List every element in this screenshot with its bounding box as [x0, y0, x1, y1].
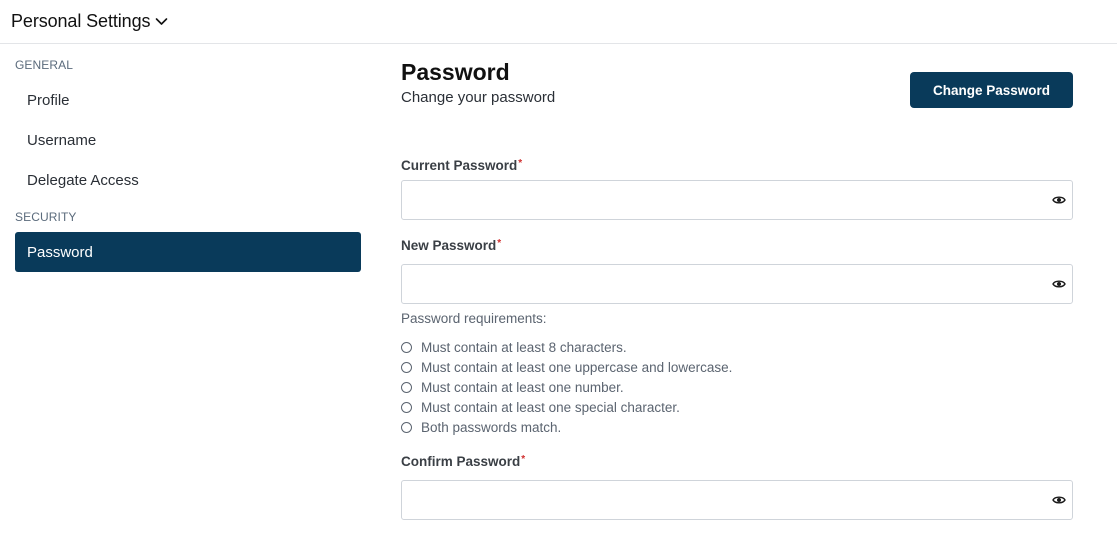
list-item: Both passwords match.: [401, 417, 732, 437]
confirm-password-input[interactable]: [402, 481, 1072, 519]
sidebar-item-label: Username: [27, 131, 97, 149]
chevron-down-icon[interactable]: [155, 15, 168, 28]
required-marker: *: [521, 454, 526, 465]
password-requirements-list: Must contain at least 8 characters. Must…: [401, 337, 732, 437]
sidebar-section-security: SECURITY: [15, 210, 77, 224]
empty-circle-icon: [401, 381, 412, 393]
current-password-input[interactable]: [402, 181, 1072, 219]
requirement-text: Must contain at least one number.: [421, 379, 624, 395]
page-title: Personal Settings: [11, 11, 151, 31]
field-label-text: New Password: [401, 238, 497, 253]
list-item: Must contain at least one number.: [401, 377, 732, 397]
requirement-text: Must contain at least one special charac…: [421, 399, 680, 415]
section-subtitle: Change your password: [401, 89, 556, 106]
top-bar: Personal Settings: [0, 0, 1117, 44]
new-password-field: [401, 264, 1073, 304]
list-item: Must contain at least one special charac…: [401, 397, 732, 417]
required-marker: *: [497, 238, 502, 249]
eye-icon[interactable]: [1052, 493, 1066, 507]
sidebar-item-password[interactable]: Password: [15, 232, 361, 272]
requirement-text: Must contain at least 8 characters.: [421, 339, 627, 355]
section-title: Password: [401, 59, 510, 85]
empty-circle-icon: [401, 421, 412, 433]
confirm-password-label: Confirm Password*: [401, 454, 525, 469]
settings-menu-toggle[interactable]: Personal Settings: [11, 11, 168, 32]
eye-icon[interactable]: [1052, 193, 1066, 207]
current-password-field: [401, 180, 1073, 220]
sidebar-item-profile[interactable]: Profile: [15, 80, 361, 120]
sidebar-item-label: Delegate Access: [27, 171, 139, 189]
password-requirements-title: Password requirements:: [401, 311, 547, 326]
empty-circle-icon: [401, 361, 412, 373]
field-label-text: Current Password: [401, 158, 518, 173]
empty-circle-icon: [401, 341, 412, 353]
sidebar-item-label: Profile: [27, 91, 70, 109]
new-password-label: New Password*: [401, 238, 501, 253]
requirement-text: Must contain at least one uppercase and …: [421, 359, 733, 375]
sidebar-item-label: Password: [27, 243, 93, 261]
current-password-label: Current Password*: [401, 158, 522, 173]
sidebar-item-username[interactable]: Username: [15, 120, 361, 160]
required-marker: *: [518, 158, 523, 169]
new-password-input[interactable]: [402, 265, 1072, 303]
empty-circle-icon: [401, 401, 412, 413]
requirement-text: Both passwords match.: [421, 419, 562, 435]
confirm-password-field: [401, 480, 1073, 520]
field-label-text: Confirm Password: [401, 454, 521, 469]
change-password-button[interactable]: Change Password: [910, 72, 1073, 108]
list-item: Must contain at least one uppercase and …: [401, 357, 732, 377]
list-item: Must contain at least 8 characters.: [401, 337, 732, 357]
eye-icon[interactable]: [1052, 277, 1066, 291]
sidebar-item-delegate-access[interactable]: Delegate Access: [15, 160, 361, 200]
sidebar-section-general: GENERAL: [15, 58, 74, 72]
